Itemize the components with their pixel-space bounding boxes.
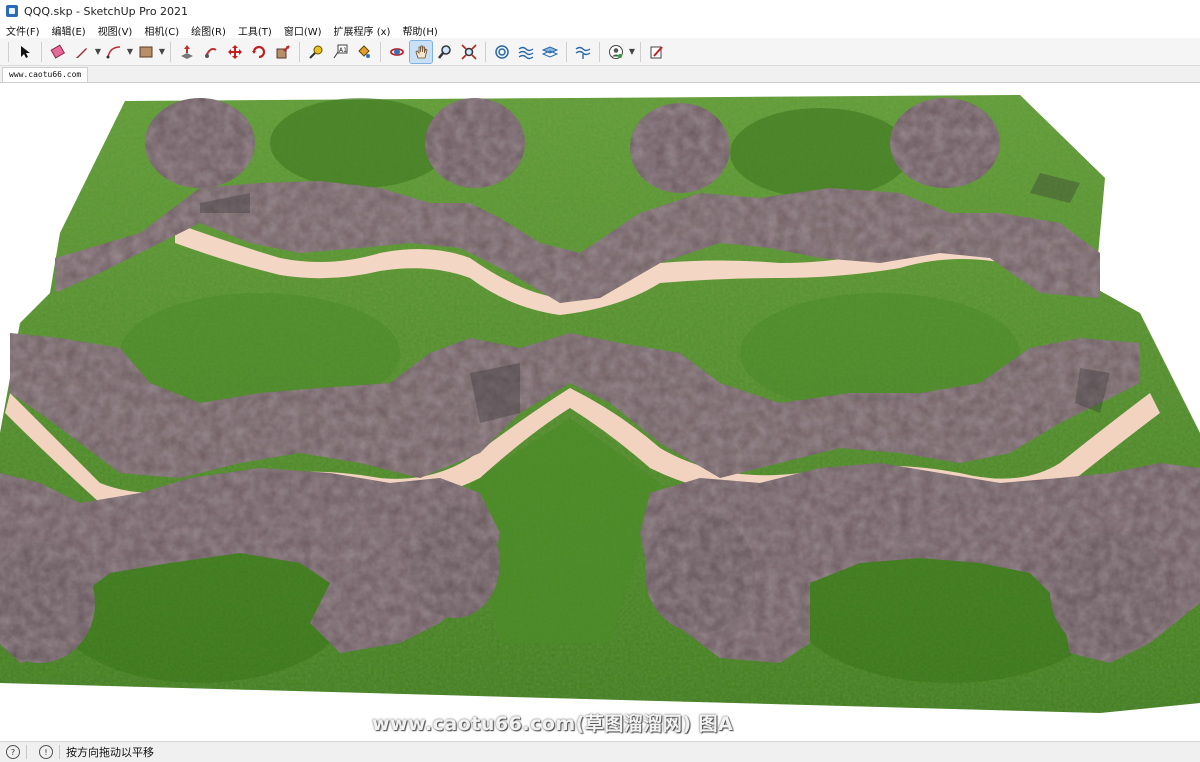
text-icon[interactable]: A1 — [329, 41, 351, 63]
sandbox-smoove-icon[interactable] — [491, 41, 513, 63]
toolbar-separator — [640, 41, 641, 62]
eraser-icon[interactable] — [47, 41, 69, 63]
window-title: QQQ.skp - SketchUp Pro 2021 — [24, 4, 189, 18]
toolbar-separator — [566, 41, 567, 62]
toolbar-separator — [299, 41, 300, 62]
svg-text:A1: A1 — [339, 47, 347, 54]
zoom-extents-icon[interactable] — [458, 41, 480, 63]
status-bar: ? ! 按方向拖动以平移 — [0, 741, 1200, 762]
pushpull-icon[interactable] — [176, 41, 198, 63]
toolbar-separator — [485, 41, 486, 62]
move-icon[interactable] — [224, 41, 246, 63]
follow-me-icon[interactable] — [200, 41, 222, 63]
menu-camera[interactable]: 相机(C) — [138, 23, 185, 38]
scene-tab[interactable]: www.caotu66.com — [2, 67, 89, 82]
zoom-icon[interactable] — [434, 41, 456, 63]
rectangle-icon[interactable] — [135, 41, 157, 63]
arc-dropdown-icon[interactable]: ▼ — [126, 41, 134, 63]
menu-draw[interactable]: 绘图(R) — [185, 23, 232, 38]
scene-tab-bar: www.caotu66.com — [0, 66, 1200, 83]
menu-edit[interactable]: 编辑(E) — [46, 23, 92, 38]
pan-icon[interactable] — [409, 39, 433, 64]
toolbar-separator — [8, 41, 9, 62]
menu-window[interactable]: 窗口(W) — [278, 23, 328, 38]
watermark-text: www.caotu66.com(草图溜溜网) 图A — [372, 713, 734, 735]
sandbox-drape-icon[interactable] — [539, 41, 561, 63]
sandbox-stamp-icon[interactable] — [515, 41, 537, 63]
account-icon[interactable] — [605, 41, 627, 63]
account-dropdown-icon[interactable]: ▼ — [628, 41, 636, 63]
menu-tools[interactable]: 工具(T) — [232, 23, 278, 38]
toolbar-separator — [599, 41, 600, 62]
toolbar-separator — [41, 41, 42, 62]
menu-bar: 文件(F) 编辑(E) 视图(V) 相机(C) 绘图(R) 工具(T) 窗口(W… — [0, 22, 1200, 38]
tape-measure-icon[interactable] — [305, 41, 327, 63]
geolocation-icon[interactable]: ? — [6, 745, 20, 759]
sketchup-app-icon — [6, 5, 18, 17]
menu-file[interactable]: 文件(F) — [0, 23, 46, 38]
toolbar-separator — [170, 41, 171, 62]
scale-icon[interactable] — [272, 41, 294, 63]
sandbox-flip-icon[interactable] — [572, 41, 594, 63]
extension-warehouse-icon[interactable] — [646, 41, 668, 63]
menu-extensions[interactable]: 扩展程序 (x) — [328, 23, 397, 38]
terrain-model-render — [0, 83, 1200, 741]
main-toolbar: ▼ ▼ ▼ A1 ▼ — [0, 38, 1200, 66]
paint-bucket-icon[interactable] — [353, 41, 375, 63]
orbit-icon[interactable] — [386, 41, 408, 63]
status-separator — [59, 745, 60, 759]
info-icon[interactable]: ! — [39, 745, 53, 759]
status-hint: 按方向拖动以平移 — [66, 746, 154, 759]
menu-help[interactable]: 帮助(H) — [396, 23, 443, 38]
title-bar: QQQ.skp - SketchUp Pro 2021 — [0, 0, 1200, 22]
toolbar-separator — [380, 41, 381, 62]
rectangle-dropdown-icon[interactable]: ▼ — [158, 41, 166, 63]
pencil-icon[interactable] — [71, 41, 93, 63]
select-icon[interactable] — [14, 41, 36, 63]
menu-view[interactable]: 视图(V) — [92, 23, 139, 38]
arc-icon[interactable] — [103, 41, 125, 63]
status-separator — [26, 745, 27, 759]
rotate-icon[interactable] — [248, 41, 270, 63]
pencil-dropdown-icon[interactable]: ▼ — [94, 41, 102, 63]
model-viewport[interactable] — [0, 83, 1200, 741]
